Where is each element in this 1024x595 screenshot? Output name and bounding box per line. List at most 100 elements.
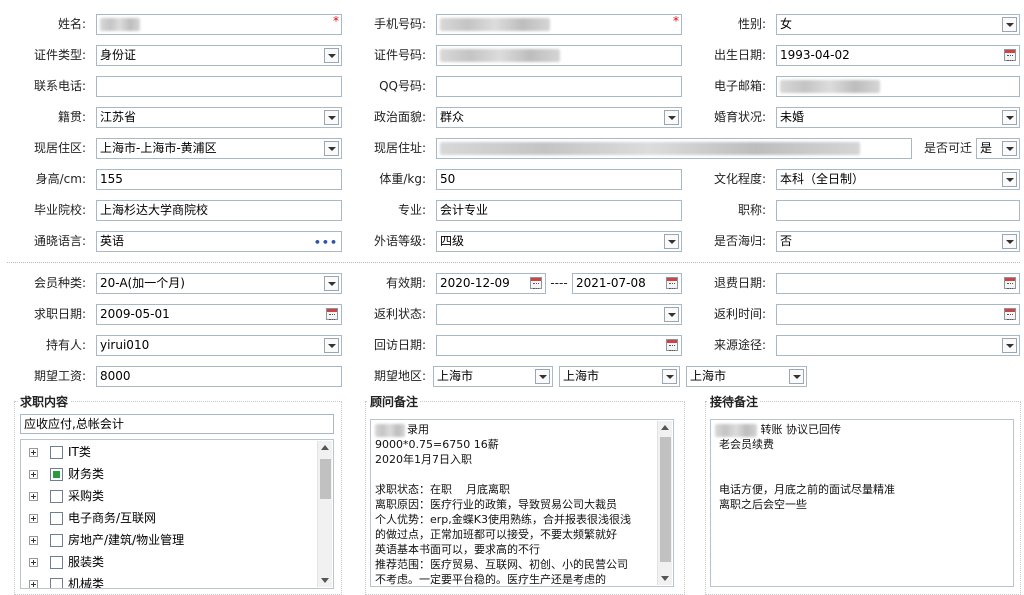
chevron-down-icon[interactable] [664,307,679,322]
edu-select[interactable]: 本科（全日制） [776,169,1020,190]
calendar-icon[interactable] [666,277,678,289]
source-select[interactable] [776,335,1020,356]
refund-date-input[interactable] [776,273,1020,294]
expand-icon[interactable] [29,558,38,567]
id-type-select[interactable]: 身份证 [96,45,342,66]
name-input[interactable]: * [96,14,342,35]
checkbox-machinery[interactable] [50,578,63,588]
advisor-notes-textarea[interactable]: 录用 9000*0.75=6750 16薪 2020年1月7日入职 求职状态：在… [370,419,674,587]
calendar-icon[interactable] [1004,277,1016,289]
chevron-down-icon[interactable] [1002,338,1017,353]
more-icon[interactable]: ••• [314,233,338,251]
chevron-down-icon[interactable] [535,369,550,384]
valid-to-input[interactable]: 2021-07-08 [572,273,682,294]
calendar-icon[interactable] [1004,308,1016,320]
salary-input[interactable]: 8000 [96,366,342,387]
tree-item-ecommerce[interactable]: 电子商务/互联网 [29,507,156,529]
level-select[interactable]: 四级 [436,231,682,252]
chevron-down-icon[interactable] [1002,17,1017,32]
scroll-down-icon[interactable] [321,578,329,583]
scroll-thumb[interactable] [660,437,671,562]
scroll-down-icon[interactable] [661,576,669,581]
school-input[interactable]: 上海杉达大学商院校 [96,200,342,221]
tree-item-it[interactable]: IT类 [29,441,91,463]
qq-input[interactable] [436,76,682,97]
salary-value: 8000 [100,369,131,383]
tree-item-machinery[interactable]: 机械类 [29,573,104,588]
chevron-down-icon[interactable] [789,369,804,384]
title-input[interactable] [776,200,1020,221]
rebate-select[interactable] [436,304,682,325]
advisor-scrollbar[interactable] [657,421,672,585]
phone-input[interactable]: * [436,14,682,35]
visit-date-input[interactable] [436,335,682,356]
chevron-down-icon[interactable] [324,141,339,156]
scroll-thumb[interactable] [320,459,331,499]
chevron-down-icon[interactable] [1002,172,1017,187]
gender-select[interactable]: 女 [776,14,1020,35]
addr-input[interactable] [436,138,912,159]
calendar-icon[interactable] [666,339,678,351]
chevron-down-icon[interactable] [324,110,339,125]
chevron-down-icon[interactable] [664,234,679,249]
expand-icon[interactable] [29,514,38,523]
job-date-input[interactable]: 2009-05-01 [96,304,342,325]
scroll-up-icon[interactable] [661,425,669,430]
chevron-down-icon[interactable] [324,338,339,353]
area-select[interactable]: 上海市-上海市-黄浦区 [96,138,342,159]
tree-scrollbar[interactable] [317,441,332,587]
expand-icon[interactable] [29,536,38,545]
job-category-tree[interactable]: IT类 财务类 采购类 电子商务/互联网 房地产/建筑/物业管理 服装类 机械类 [20,439,334,589]
chevron-down-icon[interactable] [1002,234,1017,249]
region-select-2[interactable]: 上海市 [559,366,680,387]
chevron-down-icon[interactable] [664,110,679,125]
valid-separator: ---- [550,276,568,290]
job-summary-input[interactable]: 应收应付,总帐会计 [20,414,334,434]
holder-select[interactable]: yirui010 [96,335,342,356]
checkbox-apparel[interactable] [50,556,63,569]
expand-icon[interactable] [29,448,38,457]
email-input[interactable] [776,76,1020,97]
expand-icon[interactable] [29,492,38,501]
calendar-icon[interactable] [1004,49,1016,61]
tree-item-finance[interactable]: 财务类 [29,463,104,485]
checkbox-ecommerce[interactable] [50,512,63,525]
id-no-input[interactable] [436,45,682,66]
overseas-select[interactable]: 否 [776,231,1020,252]
height-input[interactable]: 155 [96,169,342,190]
chevron-down-icon[interactable] [1002,110,1017,125]
tree-item-purchasing[interactable]: 采购类 [29,485,104,507]
tel-input[interactable] [96,76,342,97]
salary-label: 期望工资: [33,369,86,383]
relocate-select[interactable]: 是 [976,138,1020,159]
checkbox-realestate[interactable] [50,534,63,547]
calendar-icon[interactable] [326,308,338,320]
region-select-1[interactable]: 上海市 [433,366,553,387]
tree-item-apparel[interactable]: 服装类 [29,551,104,573]
marital-select[interactable]: 未婚 [776,107,1020,128]
chevron-down-icon[interactable] [1002,141,1017,156]
holder-value: yirui010 [100,338,150,352]
major-input[interactable]: 会计专业 [436,200,682,221]
scroll-up-icon[interactable] [321,445,329,450]
native-select[interactable]: 江苏省 [96,107,342,128]
valid-from-input[interactable]: 2020-12-09 [436,273,546,294]
region-select-3[interactable]: 上海市 [686,366,807,387]
checkbox-it[interactable] [50,446,63,459]
calendar-icon[interactable] [530,277,542,289]
birth-date-input[interactable]: 1993-04-02 [776,45,1020,66]
chevron-down-icon[interactable] [324,48,339,63]
checkbox-purchasing[interactable] [50,490,63,503]
chevron-down-icon[interactable] [662,369,677,384]
member-select[interactable]: 20-A(加一个月) [96,273,342,294]
expand-icon[interactable] [29,580,38,588]
weight-input[interactable]: 50 [436,169,682,190]
tree-item-realestate[interactable]: 房地产/建筑/物业管理 [29,529,184,551]
checkbox-finance[interactable] [50,468,63,481]
rebate-time-input[interactable] [776,304,1020,325]
chevron-down-icon[interactable] [324,276,339,291]
politics-select[interactable]: 群众 [436,107,682,128]
expand-icon[interactable] [29,470,38,479]
lang-input[interactable]: 英语 ••• [96,231,342,252]
reception-notes-textarea[interactable]: 转账 协议已回传 老会员续费 电话方便，月底之前的面试尽量精准 离职之后会空一些 [710,419,1014,587]
